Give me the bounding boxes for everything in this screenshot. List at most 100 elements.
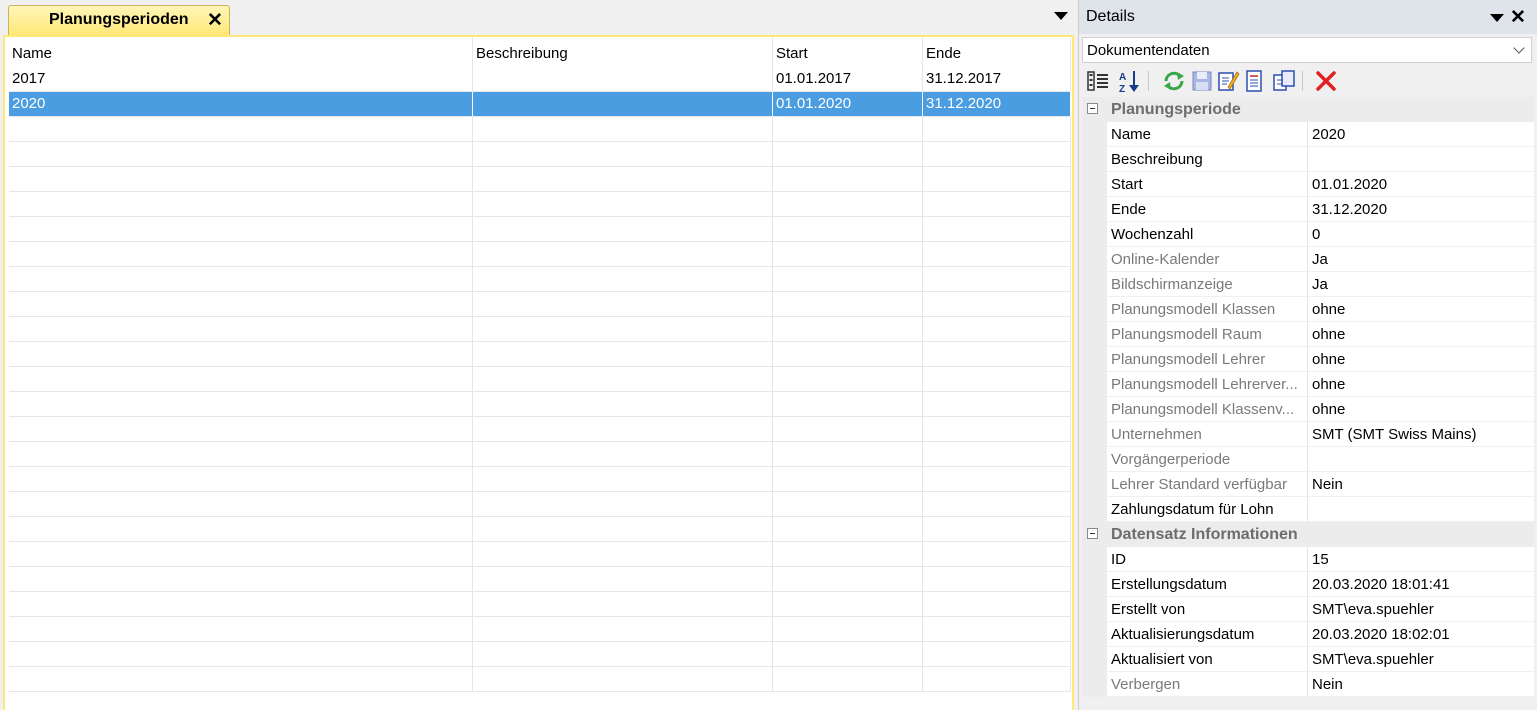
table-row-empty[interactable] xyxy=(9,142,1071,167)
table-row-selected[interactable]: 2020 01.01.2020 31.12.2020 xyxy=(9,92,1071,117)
close-icon[interactable]: ✕ xyxy=(1510,6,1526,29)
property-value[interactable] xyxy=(1308,447,1534,472)
table-row-empty[interactable] xyxy=(9,242,1071,267)
property-row[interactable]: Unternehmen SMT (SMT Swiss Mains) xyxy=(1082,422,1534,447)
tab-planungsperioden[interactable]: Planungsperioden ✕ xyxy=(8,5,230,35)
chevron-down-icon[interactable] xyxy=(1513,42,1525,54)
table-row-empty[interactable] xyxy=(9,517,1071,542)
dropdown-triangle-icon[interactable] xyxy=(1490,14,1504,22)
property-value[interactable]: SMT\eva.spuehler xyxy=(1308,597,1534,622)
property-row[interactable]: Wochenzahl 0 xyxy=(1082,222,1534,247)
property-row[interactable]: Aktualisierungsdatum 20.03.2020 18:02:01 xyxy=(1082,622,1534,647)
copy-icon[interactable] xyxy=(1272,69,1296,93)
property-value[interactable]: ohne xyxy=(1308,372,1534,397)
column-header-ende[interactable]: Ende xyxy=(923,37,1071,67)
cell-empty xyxy=(923,642,1071,666)
table-row-empty[interactable] xyxy=(9,642,1071,667)
cell-empty xyxy=(473,242,773,266)
table-row-empty[interactable] xyxy=(9,417,1071,442)
sort-az-icon[interactable]: A Z xyxy=(1118,69,1142,93)
property-value[interactable]: ohne xyxy=(1308,322,1534,347)
property-value[interactable]: 0 xyxy=(1308,222,1534,247)
property-value[interactable]: Ja xyxy=(1308,247,1534,272)
property-value[interactable] xyxy=(1308,147,1534,172)
property-value[interactable]: 20.03.2020 18:01:41 xyxy=(1308,572,1534,597)
table-row-empty[interactable] xyxy=(9,217,1071,242)
property-value[interactable]: 31.12.2020 xyxy=(1308,197,1534,222)
property-row[interactable]: Erstellt von SMT\eva.spuehler xyxy=(1082,597,1534,622)
column-header-name[interactable]: Name xyxy=(9,37,473,67)
save-icon[interactable] xyxy=(1190,69,1214,93)
property-row[interactable]: Planungsmodell Klassenv... ohne xyxy=(1082,397,1534,422)
property-row[interactable]: Lehrer Standard verfügbar Nein xyxy=(1082,472,1534,497)
object-selector-combo[interactable]: Dokumentendaten xyxy=(1082,37,1532,63)
property-grid[interactable]: Planungsperiode Name 2020 Beschreibung Start… xyxy=(1082,97,1534,697)
property-row[interactable]: Bildschirmanzeige Ja xyxy=(1082,272,1534,297)
property-row[interactable]: ID 15 xyxy=(1082,547,1534,572)
property-value[interactable]: SMT (SMT Swiss Mains) xyxy=(1308,422,1534,447)
table-row-empty[interactable] xyxy=(9,442,1071,467)
table-row-empty[interactable] xyxy=(9,567,1071,592)
table-row-empty[interactable] xyxy=(9,667,1071,692)
property-value[interactable]: 15 xyxy=(1308,547,1534,572)
property-row[interactable]: Planungsmodell Klassen ohne xyxy=(1082,297,1534,322)
property-row[interactable]: Erstellungsdatum 20.03.2020 18:01:41 xyxy=(1082,572,1534,597)
property-row[interactable]: Start 01.01.2020 xyxy=(1082,172,1534,197)
collapse-toggle-icon[interactable] xyxy=(1087,528,1098,539)
edit-icon[interactable] xyxy=(1216,69,1240,93)
property-row[interactable]: Aktualisiert von SMT\eva.spuehler xyxy=(1082,647,1534,672)
cell-empty xyxy=(9,667,473,691)
document-icon[interactable] xyxy=(1242,69,1266,93)
column-header-beschreibung[interactable]: Beschreibung xyxy=(473,37,773,67)
delete-icon[interactable] xyxy=(1314,69,1338,93)
property-value[interactable]: ohne xyxy=(1308,297,1534,322)
property-row[interactable]: Planungsmodell Lehrerver... ohne xyxy=(1082,372,1534,397)
property-value[interactable]: SMT\eva.spuehler xyxy=(1308,647,1534,672)
category-header[interactable]: Planungsperiode xyxy=(1082,97,1534,122)
property-value[interactable]: Ja xyxy=(1308,272,1534,297)
table-row-empty[interactable] xyxy=(9,342,1071,367)
category-header[interactable]: Datensatz Informationen xyxy=(1082,522,1534,547)
cell-empty xyxy=(773,467,923,491)
property-value[interactable]: ohne xyxy=(1308,347,1534,372)
table-row-empty[interactable] xyxy=(9,317,1071,342)
property-value[interactable]: Nein xyxy=(1308,472,1534,497)
property-value[interactable]: ohne xyxy=(1308,397,1534,422)
table-row-empty[interactable] xyxy=(9,117,1071,142)
property-row[interactable]: Planungsmodell Lehrer ohne xyxy=(1082,347,1534,372)
column-header-start[interactable]: Start xyxy=(773,37,923,67)
dropdown-triangle-icon[interactable] xyxy=(1054,12,1068,20)
table-row-empty[interactable] xyxy=(9,592,1071,617)
table-row-empty[interactable] xyxy=(9,167,1071,192)
categorized-view-icon[interactable] xyxy=(1086,69,1110,93)
property-row[interactable]: Name 2020 xyxy=(1082,122,1534,147)
property-value[interactable]: 2020 xyxy=(1308,122,1534,147)
property-value[interactable]: 01.01.2020 xyxy=(1308,172,1534,197)
table-row-empty[interactable] xyxy=(9,492,1071,517)
collapse-toggle-icon[interactable] xyxy=(1087,103,1098,114)
data-grid[interactable]: Name Beschreibung Start Ende 2017 01.01.… xyxy=(9,37,1071,692)
property-row[interactable]: Verbergen Nein xyxy=(1082,672,1534,697)
refresh-icon[interactable] xyxy=(1162,69,1186,93)
property-value[interactable] xyxy=(1308,497,1534,522)
property-value[interactable]: 20.03.2020 18:02:01 xyxy=(1308,622,1534,647)
table-row[interactable]: 2017 01.01.2017 31.12.2017 xyxy=(9,67,1071,92)
table-row-empty[interactable] xyxy=(9,542,1071,567)
property-row[interactable]: Ende 31.12.2020 xyxy=(1082,197,1534,222)
property-row[interactable]: Online-Kalender Ja xyxy=(1082,247,1534,272)
table-row-empty[interactable] xyxy=(9,267,1071,292)
property-row[interactable]: Zahlungsdatum für Lohn xyxy=(1082,497,1534,522)
close-icon[interactable]: ✕ xyxy=(207,9,223,32)
cell-empty xyxy=(9,467,473,491)
table-row-empty[interactable] xyxy=(9,192,1071,217)
property-row[interactable]: Beschreibung xyxy=(1082,147,1534,172)
table-row-empty[interactable] xyxy=(9,392,1071,417)
table-row-empty[interactable] xyxy=(9,292,1071,317)
property-value[interactable]: Nein xyxy=(1308,672,1534,697)
table-row-empty[interactable] xyxy=(9,367,1071,392)
table-row-empty[interactable] xyxy=(9,617,1071,642)
table-row-empty[interactable] xyxy=(9,467,1071,492)
tab-strip: Planungsperioden ✕ xyxy=(0,0,1077,36)
property-row[interactable]: Vorgängerperiode xyxy=(1082,447,1534,472)
property-row[interactable]: Planungsmodell Raum ohne xyxy=(1082,322,1534,347)
